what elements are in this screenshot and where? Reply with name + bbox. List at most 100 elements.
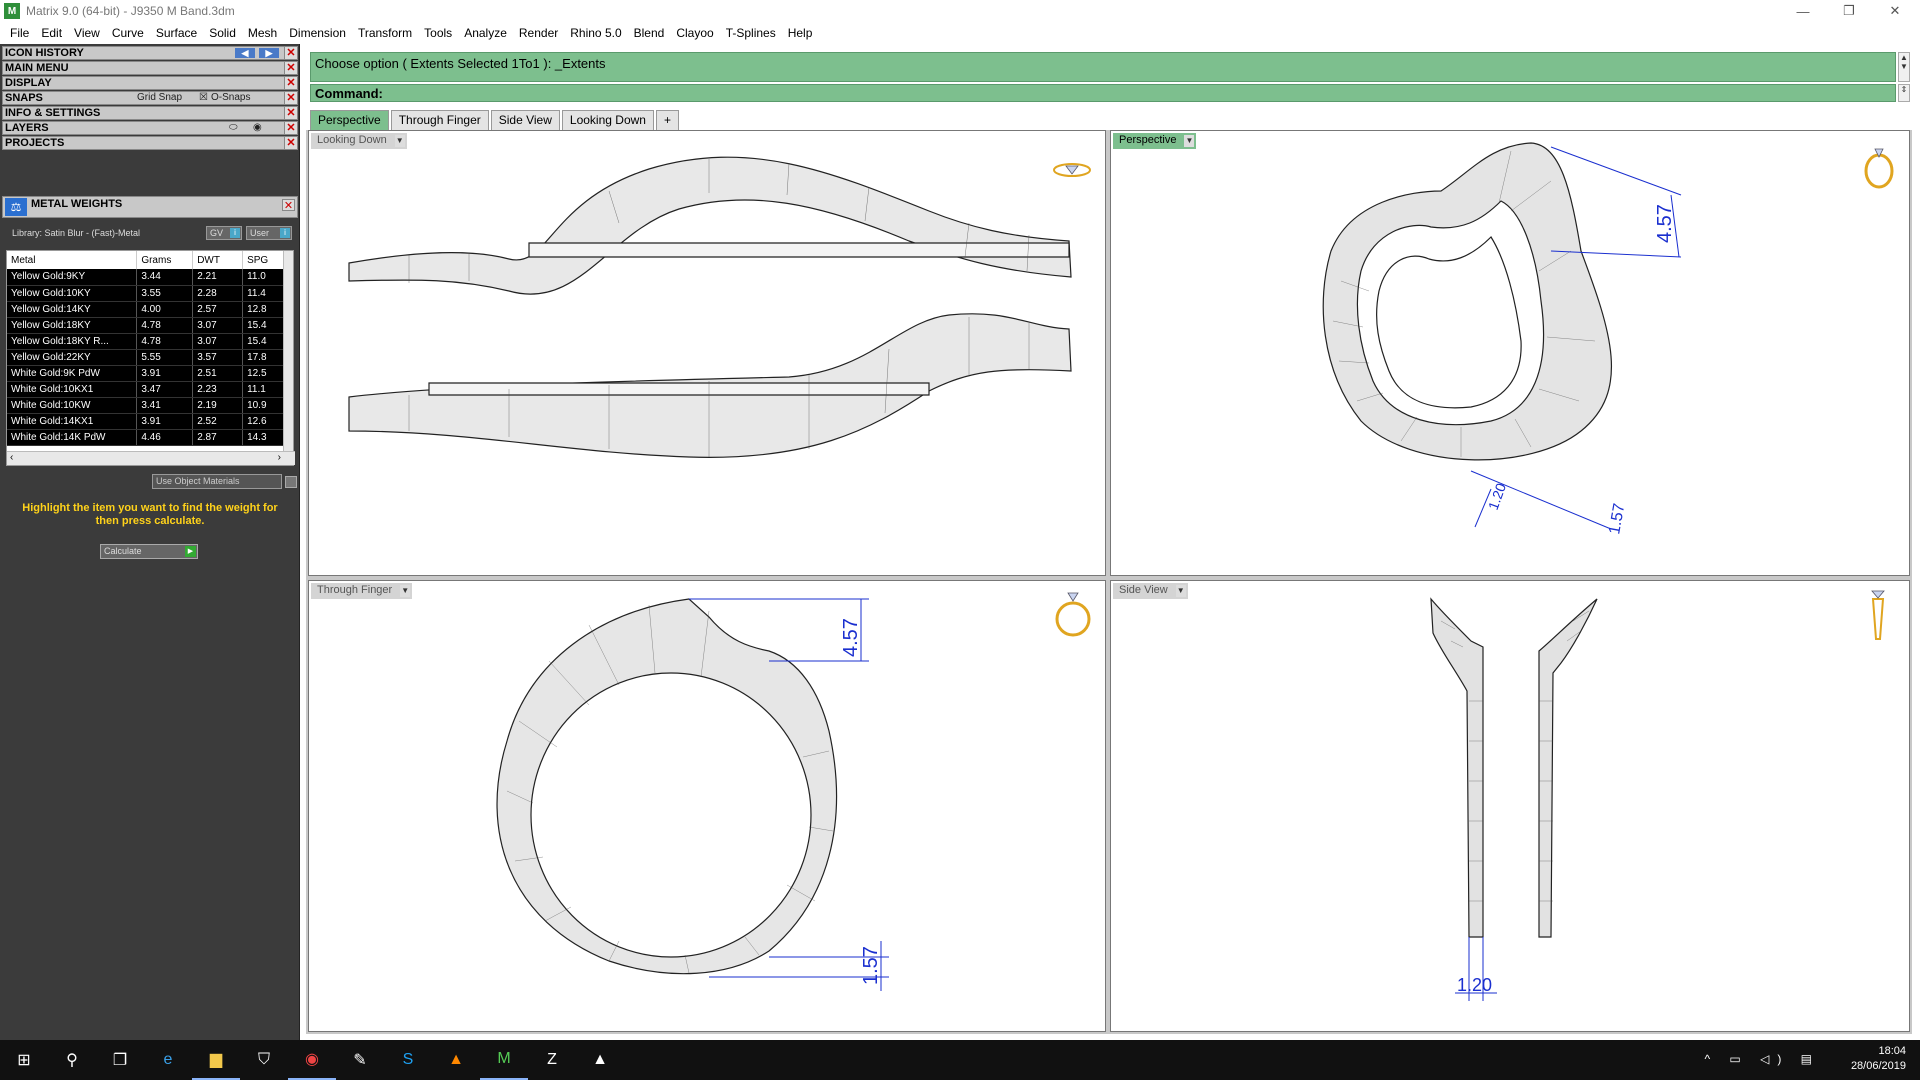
tab-through-finger[interactable]: Through Finger (390, 110, 489, 130)
table-row[interactable]: Yellow Gold:14KY 4.00 2.57 12.8 (7, 301, 285, 318)
eye-icon[interactable]: ◉ (253, 122, 262, 134)
menu-mesh[interactable]: Mesh (242, 26, 283, 40)
file-explorer-icon[interactable]: ▆ (192, 1040, 240, 1080)
menu-view[interactable]: View (68, 26, 106, 40)
menu-dimension[interactable]: Dimension (283, 26, 352, 40)
viewport-label[interactable]: Perspective ▼ (1113, 133, 1197, 149)
skype-icon[interactable]: S (384, 1040, 432, 1080)
viewport-through-finger[interactable]: 4.57 1.57 Through Finger ▼ (308, 580, 1106, 1032)
column-header[interactable]: Grams (136, 251, 194, 269)
close-icon[interactable]: ✕ (284, 92, 297, 104)
command-history-scrollbar[interactable]: ▲ ▼ (1898, 52, 1910, 82)
store-icon[interactable]: ⛉ (240, 1040, 288, 1080)
table-row[interactable]: Yellow Gold:18KY R... 4.78 3.07 15.4 (7, 333, 285, 350)
matrix-icon[interactable]: M (480, 1040, 528, 1080)
menu-help[interactable]: Help (782, 26, 819, 40)
ring-perspective-icon[interactable] (1859, 143, 1899, 191)
viewport-looking-down[interactable]: Looking Down ▼ (308, 130, 1106, 576)
table-row[interactable]: Yellow Gold:9KY 3.44 2.21 11.0 (7, 269, 285, 286)
vlc-icon[interactable]: ▲ (432, 1040, 480, 1080)
dropdown-arrow-icon[interactable]: ▼ (394, 135, 405, 147)
ring-side-icon[interactable] (1863, 589, 1893, 643)
menu-clayoo[interactable]: Clayoo (670, 26, 719, 40)
close-icon[interactable]: ✕ (284, 77, 297, 89)
checkbox-icon[interactable] (285, 476, 297, 488)
tab-looking-down[interactable]: Looking Down (561, 110, 654, 130)
dropdown-arrow-icon[interactable]: ▼ (1175, 585, 1186, 597)
gv-button[interactable]: GV i (206, 226, 242, 240)
tab-perspective[interactable]: Perspective (310, 110, 389, 130)
table-row[interactable]: White Gold:14KX1 3.91 2.52 12.6 (7, 413, 285, 430)
section-info-settings[interactable]: INFO & SETTINGS ✕ (2, 106, 298, 120)
scroll-left-icon[interactable]: ‹ (10, 452, 13, 463)
viewport-perspective[interactable]: 4.57 1.20 1.57 Perspective ▼ (1110, 130, 1910, 576)
tab-side-view[interactable]: Side View (490, 110, 560, 130)
vertical-scrollbar[interactable] (283, 251, 293, 451)
scroll-right-icon[interactable]: › (278, 452, 281, 463)
table-row[interactable]: White Gold:9K PdW 3.91 2.51 12.5 (7, 365, 285, 382)
ring-front-icon[interactable] (1051, 589, 1095, 639)
menu-rhino[interactable]: Rhino 5.0 (564, 26, 627, 40)
command-input-scrollbar[interactable]: ⇕ (1898, 84, 1910, 102)
menu-tsplines[interactable]: T-Splines (720, 26, 782, 40)
restore-button[interactable]: ❐ (1826, 0, 1872, 22)
table-row[interactable]: Yellow Gold:18KY 4.78 3.07 15.4 (7, 317, 285, 334)
viewport-side-view[interactable]: 1.20 Side View ▼ (1110, 580, 1910, 1032)
menu-solid[interactable]: Solid (203, 26, 242, 40)
table-row[interactable]: Yellow Gold:10KY 3.55 2.28 11.4 (7, 285, 285, 302)
section-projects[interactable]: PROJECTS ✕ (2, 136, 298, 150)
viewport-label[interactable]: Side View ▼ (1113, 583, 1188, 599)
menu-tools[interactable]: Tools (418, 26, 458, 40)
section-snaps[interactable]: SNAPS Grid Snap ☒ O-Snaps ✕ (2, 91, 298, 105)
close-icon[interactable]: ✕ (284, 122, 297, 134)
menu-surface[interactable]: Surface (150, 26, 203, 40)
section-main-menu[interactable]: MAIN MENU ✕ (2, 61, 298, 75)
menu-analyze[interactable]: Analyze (458, 26, 513, 40)
add-tab-button[interactable]: + (655, 110, 679, 130)
clock[interactable]: 18:04 28/06/2019 (1851, 1044, 1906, 1074)
menu-render[interactable]: Render (513, 26, 564, 40)
viewport-label[interactable]: Looking Down ▼ (311, 133, 407, 149)
use-object-materials-checkbox[interactable]: Use Object Materials (152, 474, 297, 489)
search-icon[interactable]: ⚲ (48, 1040, 96, 1080)
grid-snap-toggle[interactable]: Grid Snap (137, 92, 182, 104)
menu-curve[interactable]: Curve (106, 26, 150, 40)
layer-shape-icon[interactable]: ⬭ (229, 122, 238, 134)
menu-file[interactable]: File (4, 26, 35, 40)
minimize-button[interactable]: — (1780, 0, 1826, 22)
ring-top-icon[interactable] (1051, 159, 1093, 181)
photos-icon[interactable]: ▲ (576, 1040, 624, 1080)
history-forward-icon[interactable]: ▶ (259, 48, 279, 58)
column-header[interactable]: Metal (7, 251, 138, 269)
dropdown-arrow-icon[interactable]: ▼ (400, 585, 411, 597)
menu-edit[interactable]: Edit (35, 26, 68, 40)
close-icon[interactable]: ✕ (284, 107, 297, 119)
history-back-icon[interactable]: ◀ (235, 48, 255, 58)
viewport-label[interactable]: Through Finger ▼ (311, 583, 413, 599)
horizontal-scrollbar[interactable]: ‹ › (7, 451, 295, 465)
task-view-icon[interactable]: ❐ (96, 1040, 144, 1080)
calculate-button[interactable]: Calculate ▶ (100, 544, 198, 559)
user-button[interactable]: User i (246, 226, 292, 240)
close-icon[interactable]: ✕ (284, 62, 297, 74)
table-row[interactable]: White Gold:14K PdW 4.46 2.87 14.3 (7, 429, 285, 446)
checkbox-icon[interactable]: ☒ (199, 92, 208, 104)
close-icon[interactable]: ✕ (284, 47, 297, 59)
osnaps-toggle[interactable]: O-Snaps (211, 92, 250, 104)
table-row[interactable]: White Gold:10KX1 3.47 2.23 11.1 (7, 381, 285, 398)
table-row[interactable]: Yellow Gold:22KY 5.55 3.57 17.8 (7, 349, 285, 366)
edge-icon[interactable]: e (144, 1040, 192, 1080)
section-layers[interactable]: LAYERS ⬭ ◉ ✕ (2, 121, 298, 135)
close-icon[interactable]: ✕ (282, 199, 295, 212)
paint-icon[interactable]: ✎ (336, 1040, 384, 1080)
start-icon[interactable]: ⊞ (0, 1040, 48, 1080)
column-header[interactable]: DWT (192, 251, 244, 269)
section-display[interactable]: DISPLAY ✕ (2, 76, 298, 90)
table-row[interactable]: White Gold:10KW 3.41 2.19 10.9 (7, 397, 285, 414)
dropdown-arrow-icon[interactable]: ▼ (1184, 135, 1195, 147)
chrome-icon[interactable]: ◉ (288, 1040, 336, 1080)
menu-transform[interactable]: Transform (352, 26, 418, 40)
section-icon-history[interactable]: ICON HISTORY ◀ ▶ ✕ (2, 46, 298, 60)
close-icon[interactable]: ✕ (284, 137, 297, 149)
system-tray-icons[interactable]: ^ ▭ ◁) ▤ (1704, 1052, 1820, 1066)
